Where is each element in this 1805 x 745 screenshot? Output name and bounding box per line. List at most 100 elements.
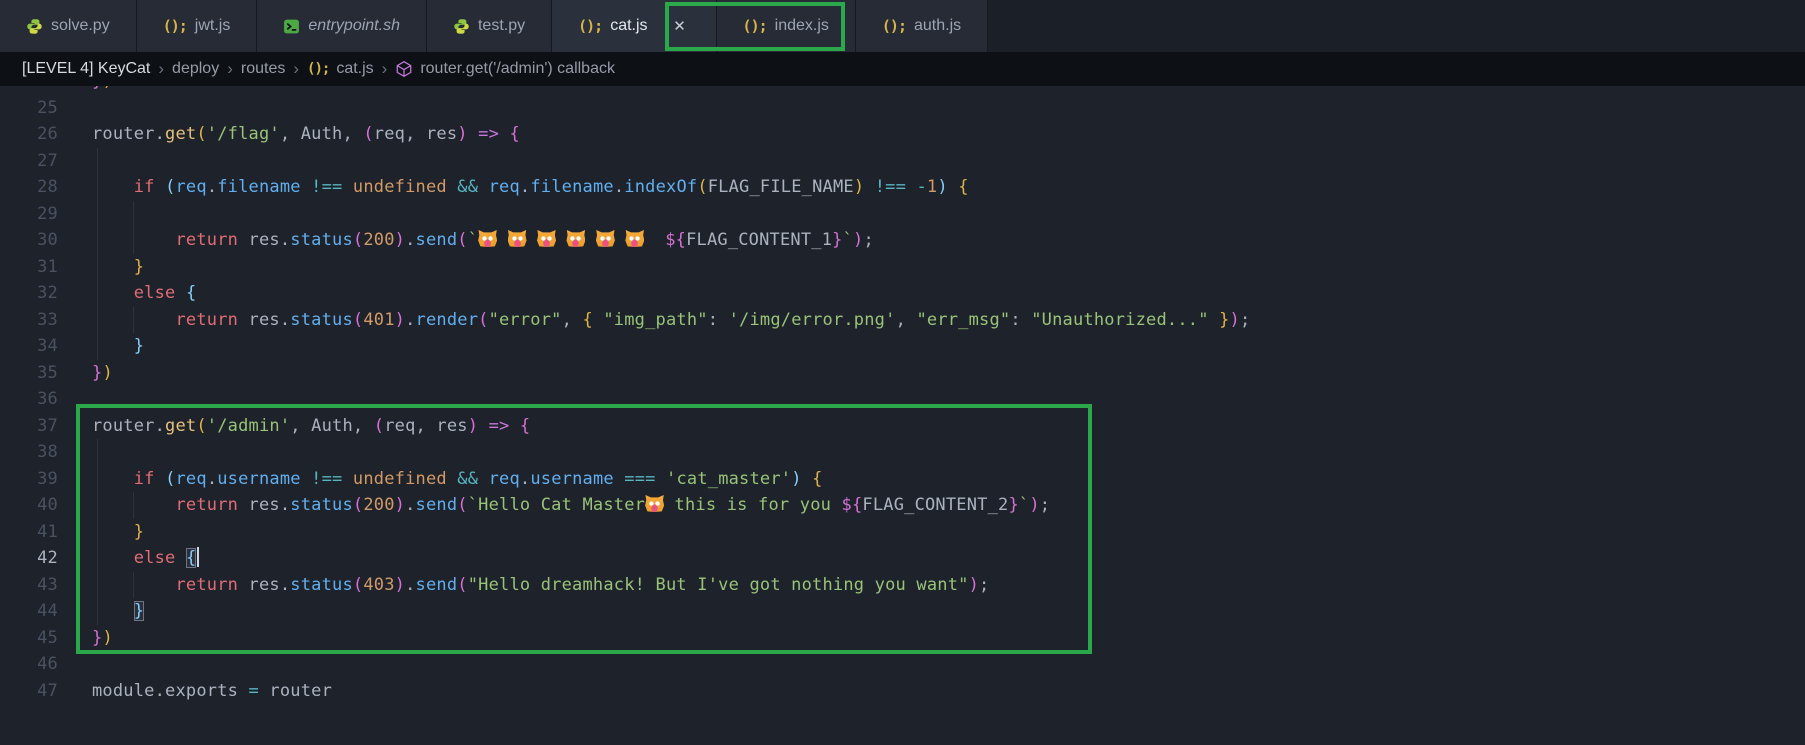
code-text: router.get('/admin', Auth, (req, res) =>… — [92, 413, 530, 440]
breadcrumb-item[interactable]: cat.js — [336, 60, 373, 78]
code-editor[interactable]: 24})2526router.get('/flag', Auth, (req, … — [0, 86, 1805, 745]
tab-index.js[interactable]: ();index.js — [717, 0, 856, 52]
line-number: 29 — [0, 201, 58, 228]
code-line[interactable]: 34 } — [0, 333, 1805, 360]
code-line[interactable]: 46 — [0, 651, 1805, 678]
tab-label: auth.js — [914, 17, 961, 35]
line-number: 34 — [0, 333, 58, 360]
chevron-right-icon: › — [292, 59, 300, 79]
line-number: 41 — [0, 519, 58, 546]
code-text: module.exports = router — [92, 678, 332, 705]
code-line[interactable]: 31 } — [0, 254, 1805, 281]
line-number: 26 — [0, 121, 58, 148]
breadcrumb-item[interactable]: deploy — [172, 60, 219, 78]
python-icon — [453, 18, 470, 35]
indent-guide — [97, 201, 98, 228]
line-number: 24 — [0, 86, 58, 95]
cat-emoji — [566, 230, 585, 247]
breadcrumb-item[interactable]: [LEVEL 4] KeyCat — [22, 60, 150, 78]
code-line[interactable]: 28 if (req.filename !== undefined && req… — [0, 174, 1805, 201]
code-line[interactable]: 30 return res.status(200).send(` ${FLAG_… — [0, 227, 1805, 254]
js-icon: (); — [163, 17, 187, 35]
python-icon — [26, 18, 43, 35]
code-line[interactable]: 41 } — [0, 519, 1805, 546]
code-line[interactable]: 43 return res.status(403).send("Hello dr… — [0, 572, 1805, 599]
breadcrumb-item[interactable]: routes — [241, 60, 285, 78]
code-text: return res.status(403).send("Hello dream… — [92, 572, 989, 599]
code-line[interactable]: 27 — [0, 148, 1805, 175]
cat-emoji — [537, 230, 556, 247]
code-line[interactable]: 37router.get('/admin', Auth, (req, res) … — [0, 413, 1805, 440]
code-line[interactable]: 25 — [0, 95, 1805, 122]
line-number: 44 — [0, 598, 58, 625]
code-text: } — [92, 519, 144, 546]
code-line[interactable]: 38 — [0, 439, 1805, 466]
code-text: } — [92, 598, 144, 625]
line-number: 33 — [0, 307, 58, 334]
code-line[interactable]: 44 } — [0, 598, 1805, 625]
cat-emoji — [645, 495, 664, 512]
close-icon[interactable]: ✕ — [670, 16, 690, 36]
tab-auth.js[interactable]: (); auth.js — [856, 0, 988, 52]
line-number: 31 — [0, 254, 58, 281]
code-line[interactable]: 24}) — [0, 86, 1805, 95]
code-line[interactable]: 42 else { — [0, 545, 1805, 572]
tab-bar: solve.py();jwt.jsentrypoint.sh test.py ();… — [0, 0, 1805, 52]
code-text: if (req.filename !== undefined && req.fi… — [92, 174, 969, 201]
code-text: if (req.username !== undefined && req.us… — [92, 466, 823, 493]
code-line[interactable]: 29 — [0, 201, 1805, 228]
line-number: 32 — [0, 280, 58, 307]
code-line[interactable]: 26 router.get('/flag', Auth, (req, res) =… — [0, 121, 1805, 148]
code-text: return res.status(200).send(`Hello Cat M… — [92, 492, 1050, 519]
indent-guide — [133, 201, 134, 228]
js-icon: (); — [578, 17, 602, 35]
breadcrumb-item[interactable]: router.get('/admin') callback — [420, 60, 615, 78]
tab-jwt.js[interactable]: ();jwt.js — [137, 0, 258, 52]
line-number: 45 — [0, 625, 58, 652]
chevron-right-icon: › — [381, 59, 389, 79]
chevron-right-icon: › — [226, 59, 234, 79]
code-line[interactable]: 32 else { — [0, 280, 1805, 307]
line-number: 27 — [0, 148, 58, 175]
code-line[interactable]: 33 return res.status(401).render("error"… — [0, 307, 1805, 334]
code-line[interactable]: 39 if (req.username !== undefined && req… — [0, 466, 1805, 493]
code-text: router.get('/flag', Auth, (req, res) => … — [92, 121, 520, 148]
tab-solve.py[interactable]: solve.py — [0, 0, 137, 52]
code-text: } — [92, 333, 144, 360]
code-line[interactable]: 47 module.exports = router — [0, 678, 1805, 705]
tab-label: test.py — [478, 17, 525, 35]
code-text: } — [92, 254, 144, 281]
symbol-cube-icon — [395, 60, 413, 78]
js-icon: (); — [743, 17, 767, 35]
vscode-window: solve.py();jwt.jsentrypoint.sh test.py ();… — [0, 0, 1805, 745]
code-line[interactable]: 40 return res.status(200).send(`Hello Ca… — [0, 492, 1805, 519]
code-text: else { — [92, 280, 196, 307]
code-text: return res.status(200).send(` ${FLAG_CON… — [92, 227, 874, 254]
line-number: 30 — [0, 227, 58, 254]
terminal-icon — [283, 18, 300, 35]
code-line[interactable]: 35}) — [0, 360, 1805, 387]
tab-test.py[interactable]: test.py — [427, 0, 552, 52]
tab-entrypoint.sh[interactable]: entrypoint.sh — [257, 0, 427, 52]
code-line[interactable]: 36 — [0, 386, 1805, 413]
code-text: }) — [92, 86, 113, 95]
line-number: 36 — [0, 386, 58, 413]
line-number: 42 — [0, 545, 58, 572]
line-number: 40 — [0, 492, 58, 519]
indent-guide — [97, 439, 98, 466]
code-text: }) — [92, 625, 113, 652]
js-icon: (); — [307, 61, 329, 77]
js-icon: (); — [882, 17, 906, 35]
line-number: 35 — [0, 360, 58, 387]
chevron-right-icon: › — [157, 59, 165, 79]
line-number: 38 — [0, 439, 58, 466]
cat-emoji — [596, 230, 615, 247]
code-line[interactable]: 45}) — [0, 625, 1805, 652]
tab-cat.js[interactable]: ();cat.js✕ — [552, 0, 716, 52]
line-number: 39 — [0, 466, 58, 493]
line-number: 47 — [0, 678, 58, 705]
indent-guide — [97, 148, 98, 175]
line-number: 25 — [0, 95, 58, 122]
cat-emoji — [478, 230, 497, 247]
code-text: return res.status(401).render("error", {… — [92, 307, 1250, 334]
